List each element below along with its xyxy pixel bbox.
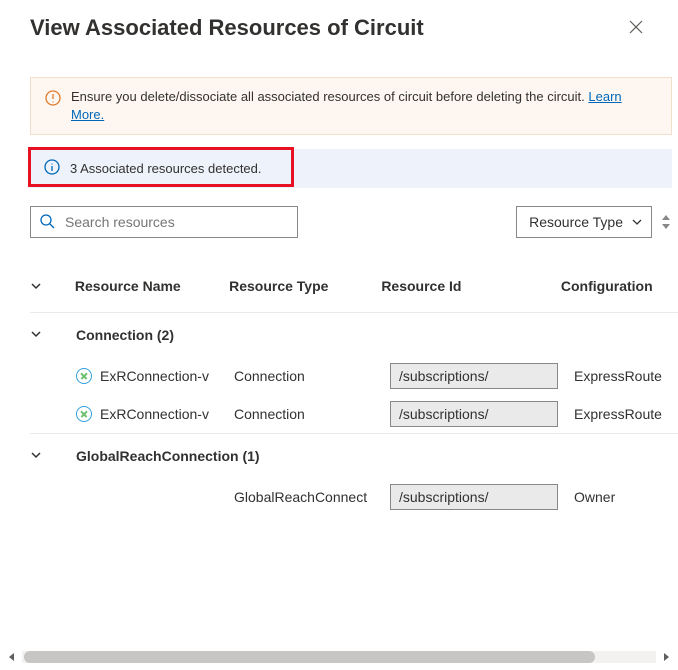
sort-down-icon [660,223,672,230]
connection-icon [76,406,92,422]
search-input[interactable] [65,214,289,230]
scroll-track[interactable] [22,651,656,663]
table-row[interactable]: ExRConnection-v Connection /subscription… [30,395,678,433]
close-icon [629,20,643,37]
resource-type-dropdown[interactable]: Resource Type [516,206,652,238]
chevron-down-icon [30,448,42,464]
scroll-thumb[interactable] [24,651,595,663]
scroll-right-icon[interactable] [660,651,672,663]
info-icon [44,159,60,178]
table-row[interactable]: ExRConnection-v Connection /subscription… [30,357,678,395]
resource-id-field[interactable]: /subscriptions/ [390,363,558,389]
info-text: 3 Associated resources detected. [70,161,262,176]
group-label: Connection (2) [76,327,174,343]
column-header-name[interactable]: Resource Name [75,278,229,294]
table-group-row[interactable]: GlobalReachConnection (1) [30,433,678,478]
chevron-down-icon [30,327,42,343]
sort-up-icon [660,214,672,221]
scroll-left-icon[interactable] [6,651,18,663]
column-header-id[interactable]: Resource Id [381,278,561,294]
group-label: GlobalReachConnection (1) [76,448,260,464]
warning-icon [45,90,61,109]
horizontal-scrollbar[interactable] [6,648,672,666]
warning-text: Ensure you delete/dissociate all associa… [71,88,657,124]
resource-type: Connection [234,368,390,384]
configuration-value: ExpressRoute [574,406,662,422]
sort-toggle[interactable] [660,214,672,230]
close-button[interactable] [624,16,648,40]
configuration-value: Owner [574,489,615,505]
table-group-row[interactable]: Connection (2) [30,312,678,357]
warning-message: Ensure you delete/dissociate all associa… [71,89,585,104]
info-banner: 3 Associated resources detected. [30,149,672,188]
column-header-configuration[interactable]: Configuration [561,278,678,294]
connection-icon [76,368,92,384]
table-header: Resource Name Resource Type Resource Id … [30,278,678,312]
warning-banner: Ensure you delete/dissociate all associa… [30,77,672,135]
resource-id-field[interactable]: /subscriptions/ [390,484,558,510]
resource-id-field[interactable]: /subscriptions/ [390,401,558,427]
configuration-value: ExpressRoute [574,368,662,384]
chevron-down-icon[interactable] [30,280,42,292]
search-icon [39,213,55,232]
dropdown-label: Resource Type [529,214,623,230]
resource-table: Resource Name Resource Type Resource Id … [30,278,678,548]
page-title: View Associated Resources of Circuit [30,15,424,41]
table-row[interactable]: GlobalReachConnect /subscriptions/ Owner [30,478,678,516]
search-box[interactable] [30,206,298,238]
resource-type: GlobalReachConnect [234,489,390,505]
resource-name: ExRConnection-v [100,368,209,384]
chevron-down-icon [631,216,643,228]
resource-type: Connection [234,406,390,422]
resource-name: ExRConnection-v [100,406,209,422]
column-header-type[interactable]: Resource Type [229,278,381,294]
